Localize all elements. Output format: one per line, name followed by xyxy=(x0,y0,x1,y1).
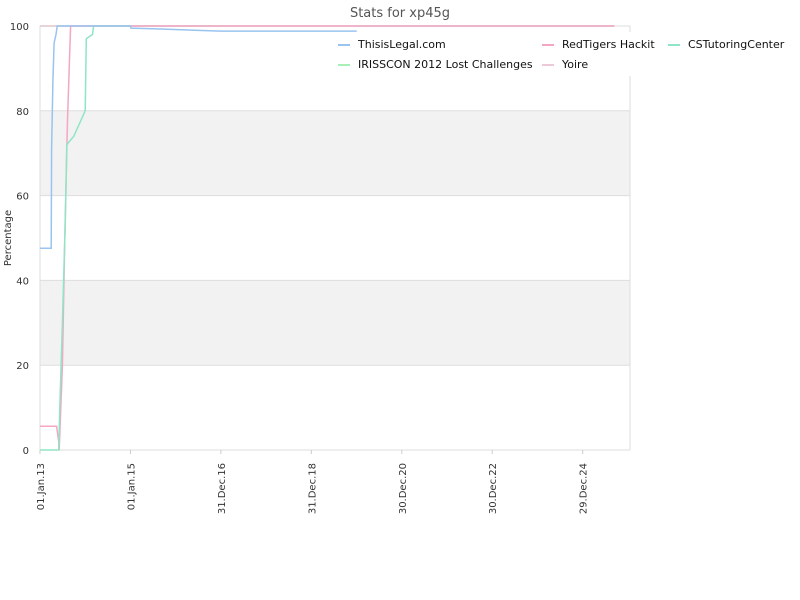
y-tick-label: 80 xyxy=(16,107,29,118)
x-axis-ticks: 01.Jan.13 01.Jan.15 31.Dec.16 31.Dec.18 30.D… xyxy=(36,450,590,514)
y-tick-label: 0 xyxy=(23,446,29,457)
plot-border xyxy=(39,25,631,451)
x-tick-label: 30.Dec.20 xyxy=(398,463,409,514)
series-lines xyxy=(40,25,615,451)
legend-label: RedTigers Hackit xyxy=(562,38,655,51)
x-tick-label: 31.Dec.16 xyxy=(217,463,228,514)
y-tick-label: 20 xyxy=(16,361,29,372)
legend-label: IRISSCON 2012 Lost Challenges xyxy=(358,58,533,71)
gridlines xyxy=(40,25,630,451)
y-tick-label: 100 xyxy=(10,22,29,33)
y-axis-label: Percentage xyxy=(3,210,14,266)
x-tick-label: 31.Dec.18 xyxy=(307,463,318,514)
x-tick-label: 01.Jan.13 xyxy=(36,463,47,510)
legend-label: ThisisLegal.com xyxy=(357,38,446,51)
series-line-redtigers-hackit xyxy=(40,25,615,451)
series-line-cstutoringcenter xyxy=(40,25,131,451)
plot-background-bands xyxy=(40,110,630,366)
y-tick-label: 40 xyxy=(16,276,29,287)
y-tick-label: 60 xyxy=(16,192,29,203)
x-tick-label: 30.Dec.22 xyxy=(488,463,499,514)
x-tick-label: 01.Jan.15 xyxy=(126,463,137,510)
legend-label: Yoire xyxy=(561,58,588,71)
legend-item-irisscon: IRISSCON 2012 Lost Challenges xyxy=(338,58,533,71)
grid-band xyxy=(40,280,630,366)
chart-title: Stats for xp45g xyxy=(350,6,450,21)
x-tick-label: 29.Dec.24 xyxy=(579,463,590,514)
grid-band xyxy=(40,110,630,196)
legend: ThisisLegal.com RedTigers Hackit CSTutor… xyxy=(330,32,792,76)
legend-label: CSTutoringCenter xyxy=(688,38,785,51)
stats-chart: Stats for xp45g 020406080100 01.Jan.13 01… xyxy=(3,6,792,514)
